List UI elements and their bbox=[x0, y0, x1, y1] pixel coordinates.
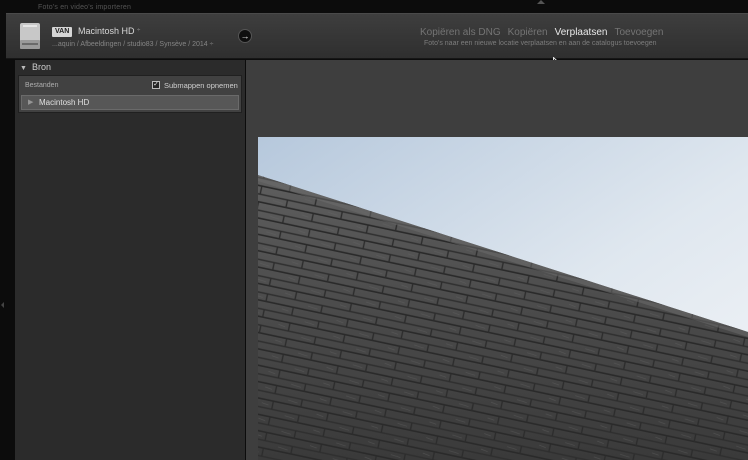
source-badge: VAN bbox=[52, 27, 73, 37]
files-box: Bestanden ✓ Submappen opnemen ▶ Macintos… bbox=[18, 75, 242, 113]
go-arrow-button[interactable]: → bbox=[238, 29, 252, 43]
triangle-down-icon[interactable]: ▼ bbox=[20, 65, 27, 72]
top-panel-toggle-icon[interactable] bbox=[537, 0, 545, 4]
bron-section-header[interactable]: ▼ Bron bbox=[20, 62, 51, 74]
mode-copy-as-dng[interactable]: Kopiëren als DNG bbox=[420, 27, 501, 38]
subfolders-checkbox[interactable]: ✓ bbox=[152, 81, 160, 89]
mode-description: Foto's naar een nieuwe locatie verplaats… bbox=[424, 40, 657, 47]
triangle-right-icon[interactable]: ▶ bbox=[28, 98, 33, 106]
import-mode-tabs: Kopiëren als DNG Kopiëren Verplaatsen Toevo… bbox=[420, 27, 670, 38]
left-panel-toggle-icon[interactable] bbox=[1, 302, 4, 308]
bron-title: Bron bbox=[31, 62, 51, 72]
mode-add[interactable]: Toevoegen bbox=[614, 27, 663, 38]
window-title: Foto's en video's importeren bbox=[38, 4, 132, 11]
files-label: Bestanden bbox=[25, 82, 59, 89]
subfolders-label[interactable]: Submappen opnemen bbox=[164, 81, 238, 90]
volume-row-macintosh-hd[interactable]: ▶ Macintosh HD bbox=[21, 95, 239, 110]
import-header: VAN Macintosh HD ÷ ...aquin / Afbeelding… bbox=[6, 13, 748, 59]
source-path[interactable]: ...aquin / Afbeeldingen / studio83 / Syn… bbox=[52, 41, 213, 48]
preview-area bbox=[246, 60, 748, 460]
hard-drive-icon[interactable] bbox=[17, 22, 43, 52]
mode-copy[interactable]: Kopiëren bbox=[508, 27, 548, 38]
source-dropdown-icon[interactable]: ÷ bbox=[137, 28, 140, 34]
source-panel: ▼ Bron Bestanden ✓ Submappen opnemen ▶ Ma… bbox=[15, 60, 245, 460]
photo-preview-image[interactable] bbox=[258, 137, 748, 460]
volume-label: Macintosh HD bbox=[39, 98, 90, 107]
source-drive-select[interactable]: Macintosh HD bbox=[78, 26, 135, 36]
mode-move[interactable]: Verplaatsen bbox=[555, 27, 608, 38]
